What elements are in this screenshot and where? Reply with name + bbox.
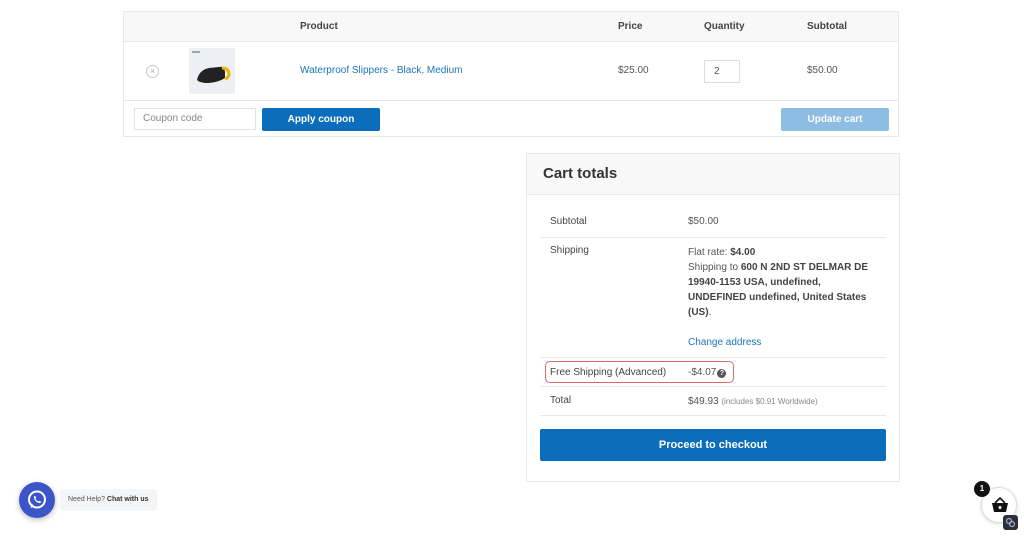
- whatsapp-icon: [28, 490, 46, 509]
- update-cart-button[interactable]: Update cart: [781, 108, 889, 131]
- cart-table-header: Product Price Quantity Subtotal: [124, 12, 898, 42]
- item-subtotal: $50.00: [807, 65, 838, 76]
- cart-totals-panel: Cart totals Subtotal $50.00 Shipping Fla…: [526, 153, 900, 482]
- product-link[interactable]: Waterproof Slippers - Black, Medium: [300, 65, 462, 76]
- total-value: $49.93: [688, 396, 719, 407]
- chat-help-label[interactable]: Need Help? Chat with us: [60, 489, 157, 511]
- proceed-to-checkout-button[interactable]: Proceed to checkout: [540, 429, 886, 461]
- product-thumbnail[interactable]: [189, 48, 235, 94]
- apply-coupon-button[interactable]: Apply coupon: [262, 108, 380, 131]
- change-address-link[interactable]: Change address: [688, 335, 878, 350]
- chat-help-link[interactable]: Chat with us: [107, 496, 149, 503]
- slipper-image-icon: [192, 51, 231, 86]
- shipping-method-label: Flat rate:: [688, 247, 731, 258]
- header-subtotal: Subtotal: [807, 21, 847, 32]
- shipping-method-amount: $4.00: [730, 247, 756, 258]
- cart-table: Product Price Quantity Subtotal × Waterp…: [123, 11, 899, 137]
- shipping-details: Flat rate: $4.00 Shipping to 600 N 2ND S…: [688, 245, 878, 350]
- header-price: Price: [618, 21, 643, 32]
- chat-help-prefix: Need Help?: [68, 496, 107, 503]
- subtotal-value: $50.00: [688, 216, 719, 227]
- total-label: Total: [550, 395, 572, 406]
- total-value-wrap: $49.93 (includes $0.91 Worldwide): [688, 394, 818, 409]
- shipping-row: Shipping Flat rate: $4.00 Shipping to 60…: [540, 238, 886, 358]
- header-quantity: Quantity: [704, 21, 745, 32]
- subtotal-label: Subtotal: [550, 216, 587, 227]
- header-product: Product: [300, 21, 338, 32]
- link-icon: [1005, 517, 1016, 528]
- shipping-label: Shipping: [550, 245, 589, 256]
- total-row: Total $49.93 (includes $0.91 Worldwide): [540, 387, 886, 416]
- item-price: $25.00: [618, 65, 649, 76]
- shipping-to-label: Shipping to: [688, 262, 741, 273]
- total-tax-note: (includes $0.91 Worldwide): [721, 397, 818, 406]
- remove-item-icon[interactable]: ×: [146, 65, 159, 78]
- quantity-input[interactable]: 2: [704, 60, 740, 83]
- cart-count-badge: 1: [974, 481, 990, 497]
- table-row: × Waterproof Slippers - Black, Medium $2…: [124, 42, 898, 101]
- cart-totals-title: Cart totals: [527, 154, 899, 195]
- subtotal-row: Subtotal $50.00: [540, 209, 886, 238]
- whatsapp-chat-button[interactable]: [19, 482, 55, 518]
- highlight-annotation: [545, 361, 734, 383]
- shipping-to-suffix: .: [708, 307, 712, 318]
- shipping-method: Flat rate: $4.00: [688, 245, 878, 260]
- coupon-code-input[interactable]: Coupon code: [134, 108, 256, 130]
- shipping-destination: Shipping to 600 N 2ND ST DELMAR DE 19940…: [688, 260, 878, 320]
- link-badge[interactable]: [1003, 515, 1018, 530]
